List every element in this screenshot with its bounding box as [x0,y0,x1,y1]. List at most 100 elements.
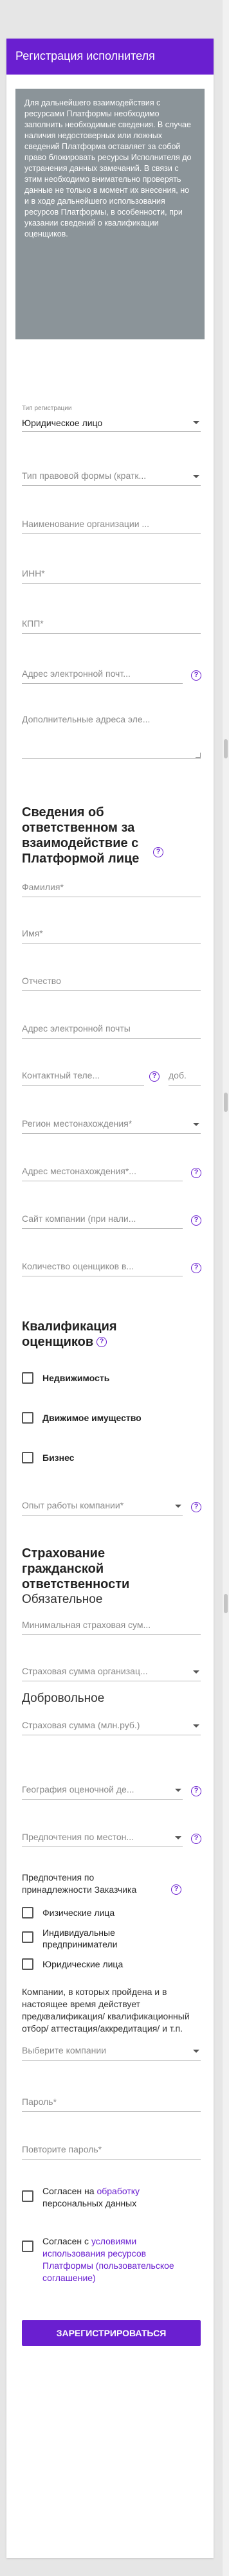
registration-type-value: Юридическое лицо [22,418,103,428]
help-icon[interactable]: ? [191,1263,201,1273]
checkbox[interactable] [22,1372,33,1384]
chevron-down-icon [175,1789,181,1792]
website-placeholder: Сайт компании (при нали... [22,1213,136,1224]
voluntary-insurance-sum-select[interactable]: Страховая сумма (млн.руб.) [22,1712,201,1735]
geography-placeholder: География оценочной де... [22,1784,134,1794]
org-insurance-sum-placeholder: Страховая сумма организац... [22,1666,148,1676]
kpp-placeholder: КПП* [22,618,44,629]
checkbox[interactable] [22,2241,33,2252]
checkbox[interactable] [22,2190,33,2202]
scrollbar-track[interactable] [223,0,229,2576]
experience-select[interactable]: Опыт работы компании* [22,1492,183,1516]
help-icon[interactable]: ? [171,1884,181,1895]
help-icon[interactable]: ? [96,1337,107,1347]
checkbox-label: Юридические лица [42,1959,124,1969]
customer-pref-title: Предпочтения по принадлежности Заказчика [22,1872,137,1895]
last-name-placeholder: Фамилия* [22,882,64,892]
page: Регистрация исполнителя Для дальнейшего … [0,0,229,2576]
scrollbar-thumb[interactable] [224,739,228,758]
chevron-down-icon [193,2050,199,2053]
checkbox-label: Бизнес [42,1453,75,1463]
phone-ext-placeholder: доб. [169,1070,187,1080]
middle-name-input[interactable]: Отчество [22,968,201,991]
email-input[interactable]: Адрес электронной почт... [22,661,183,684]
min-insurance-sum-input[interactable]: Минимальная страховая сум... [22,1612,201,1635]
companies-text: Компании, в которых пройдена и в настоящ… [22,1987,190,2034]
help-icon[interactable]: ? [191,1215,201,1226]
chevron-down-icon [193,475,199,478]
chevron-down-icon [193,1724,199,1728]
checkbox[interactable] [22,1958,33,1970]
location-pref-select[interactable]: Предпочтения по местон... [22,1824,183,1847]
help-icon[interactable]: ? [149,1071,160,1082]
region-placeholder: Регион местонахождения* [22,1118,133,1129]
address-placeholder: Адрес местонахождения*... [22,1166,136,1176]
contact-email-input[interactable]: Адрес электронной почты [22,1015,201,1039]
kpp-input[interactable]: КПП* [22,611,201,634]
registration-type-label: Тип регистрации [22,405,72,412]
company-select[interactable]: Выберите компании [22,2037,201,2061]
checkbox-label: Физические лица [42,1908,115,1918]
extra-emails-textarea[interactable]: Дополнительные адреса эле... [22,710,201,759]
chevron-down-icon [175,1836,181,1839]
voluntary-insurance-sum-placeholder: Страховая сумма (млн.руб.) [22,1720,140,1730]
chevron-down-icon [193,421,199,424]
page-header: Регистрация исполнителя [6,39,214,75]
help-icon[interactable]: ? [153,847,163,857]
info-notice: Для дальнейшего взаимодействия с ресурса… [15,89,205,339]
appraisers-count-input[interactable]: Количество оценщиков в... [22,1253,183,1276]
extra-emails-placeholder: Дополнительные адреса эле... [22,714,151,724]
min-insurance-sum-placeholder: Минимальная страховая сум... [22,1620,151,1630]
location-pref-placeholder: Предпочтения по местон... [22,1832,134,1842]
help-icon[interactable]: ? [191,1834,201,1844]
insurance-mandatory-title: Обязательное [22,1593,103,1606]
website-input[interactable]: Сайт компании (при нали... [22,1206,183,1229]
first-name-input[interactable]: Имя* [22,920,201,944]
personal-data-link[interactable]: обработку [96,2186,140,2196]
inn-input[interactable]: ИНН* [22,560,201,584]
address-input[interactable]: Адрес местонахождения*... [22,1158,183,1181]
experience-placeholder: Опыт работы компании* [22,1500,124,1510]
help-icon[interactable]: ? [191,1786,201,1796]
password-repeat-input[interactable]: Повторите пароль* [22,2136,201,2160]
phone-input[interactable]: Контактный теле... [22,1062,144,1086]
org-name-input[interactable]: Наименование организации ... [22,511,201,534]
checkbox[interactable] [22,1412,33,1424]
page-title: Регистрация исполнителя [15,49,155,62]
registration-card: Регистрация исполнителя Для дальнейшего … [6,39,214,2558]
org-insurance-sum-select[interactable]: Страховая сумма организац... [22,1658,201,1681]
password-repeat-placeholder: Повторите пароль* [22,2144,102,2154]
register-button[interactable]: ЗАРЕГИСТРИРОВАТЬСЯ [22,2320,201,2346]
checkbox-label: Индивидуальные предприниматели [42,1928,118,1949]
help-icon[interactable]: ? [191,1502,201,1512]
insurance-voluntary-title: Добровольное [22,1692,105,1705]
legal-form-select[interactable]: Тип правовой формы (кратк... [22,463,201,486]
appraisers-count-placeholder: Количество оценщиков в... [22,1261,134,1271]
resize-handle-icon[interactable] [196,753,201,758]
responsible-section-title: Сведения об ответственном за взаимодейст… [22,805,140,866]
phone-ext-input[interactable]: доб. [169,1062,201,1086]
email-placeholder: Адрес электронной почт... [22,668,131,679]
help-icon[interactable]: ? [191,670,201,681]
scrollbar-thumb[interactable] [224,1594,228,1613]
last-name-input[interactable]: Фамилия* [22,874,201,897]
checkbox[interactable] [22,1931,33,1943]
org-name-placeholder: Наименование организации ... [22,519,150,529]
checkbox-label: Недвижимость [42,1373,110,1383]
checkbox[interactable] [22,1452,33,1463]
checkbox[interactable] [22,1907,33,1919]
geography-select[interactable]: География оценочной де... [22,1776,183,1800]
inn-placeholder: ИНН* [22,568,45,578]
password-input[interactable]: Пароль* [22,2089,201,2112]
insurance-title: Страхование гражданской ответственности [22,1546,130,1591]
chevron-down-icon [193,1670,199,1674]
help-icon[interactable]: ? [191,1168,201,1178]
consent-personal-data-label: Согласен на обработку персональных данны… [42,2186,140,2208]
first-name-placeholder: Имя* [22,928,43,938]
legal-form-placeholder: Тип правовой формы (кратк... [22,470,147,481]
region-select[interactable]: Регион местонахождения* [22,1111,201,1134]
password-placeholder: Пароль* [22,2097,57,2107]
checkbox-label: Движимое имущество [42,1413,142,1423]
registration-type-select[interactable]: Тип регистрации Юридическое лицо [22,405,201,432]
scrollbar-thumb[interactable] [224,1093,228,1112]
